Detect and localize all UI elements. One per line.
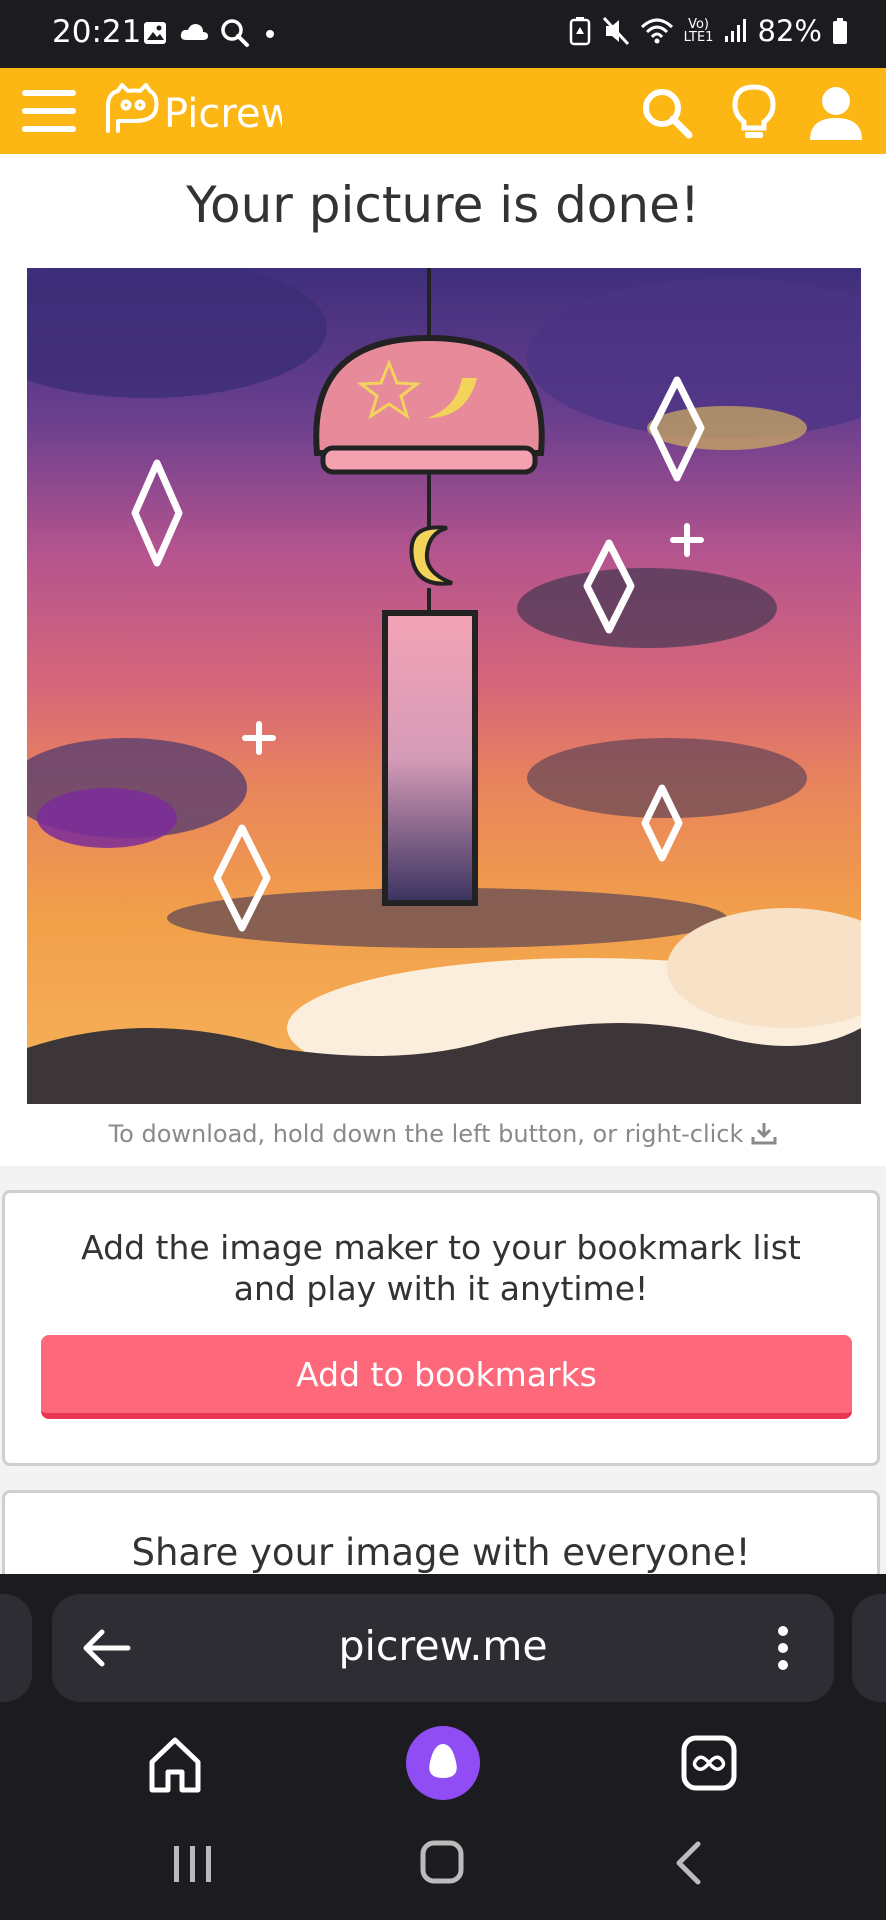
system-back-icon[interactable] bbox=[672, 1840, 704, 1886]
bookmark-text-line1: Add the image maker to your bookmark lis… bbox=[81, 1228, 801, 1267]
site-header: Picrew bbox=[0, 68, 886, 154]
bookmark-text-line2: and play with it anytime! bbox=[233, 1269, 649, 1308]
result-section: Your picture is done! To download, hold … bbox=[0, 154, 886, 1166]
battery-percent: 82% bbox=[757, 14, 822, 48]
page-content: Your picture is done! To download, hold … bbox=[0, 154, 886, 1574]
network-label: Vo) LTE1 bbox=[683, 17, 714, 45]
cloud-icon bbox=[180, 24, 208, 40]
next-tab-edge[interactable] bbox=[852, 1594, 886, 1702]
page-title: Your picture is done! bbox=[186, 176, 700, 234]
share-card: Share your image with everyone! bbox=[2, 1490, 880, 1574]
more-icon[interactable] bbox=[776, 1624, 790, 1672]
mute-icon bbox=[602, 16, 629, 46]
battery-icon bbox=[833, 18, 847, 44]
system-home-icon[interactable] bbox=[420, 1840, 464, 1884]
signal-icon bbox=[724, 19, 746, 42]
status-bar: 20:21 Vo) LTE1 82% bbox=[0, 0, 886, 68]
bookmark-card: Add the image maker to your bookmark lis… bbox=[2, 1190, 880, 1466]
status-time: 20:21 bbox=[52, 14, 142, 50]
logo-wordmark: Picrew bbox=[164, 91, 282, 137]
dot-icon bbox=[266, 30, 274, 38]
logo-cat-icon bbox=[106, 83, 159, 133]
battery-saver-icon bbox=[569, 17, 590, 46]
tabs-icon[interactable] bbox=[680, 1734, 738, 1792]
alice-assistant-button[interactable] bbox=[406, 1726, 480, 1800]
alice-assistant-icon bbox=[429, 1744, 457, 1778]
search-icon bbox=[221, 19, 249, 47]
address-bar[interactable]: picrew.me bbox=[52, 1594, 834, 1702]
home-icon[interactable] bbox=[144, 1734, 206, 1796]
lightbulb-icon[interactable] bbox=[731, 84, 777, 140]
share-title: Share your image with everyone! bbox=[131, 1531, 751, 1574]
add-to-bookmarks-button[interactable]: Add to bookmarks bbox=[41, 1335, 852, 1419]
bookmark-text: Add the image maker to your bookmark lis… bbox=[5, 1227, 877, 1309]
search-icon[interactable] bbox=[640, 86, 694, 140]
wifi-icon bbox=[640, 18, 673, 44]
download-hint: To download, hold down the left button, … bbox=[0, 1120, 886, 1148]
download-icon bbox=[751, 1123, 777, 1145]
recents-icon[interactable] bbox=[170, 1842, 216, 1886]
url-text[interactable]: picrew.me bbox=[52, 1622, 834, 1670]
download-hint-text: To download, hold down the left button, … bbox=[108, 1120, 744, 1148]
browser-bottom-bar: picrew.me bbox=[0, 1574, 886, 1920]
generated-picture[interactable] bbox=[27, 268, 861, 1104]
previous-tab-edge[interactable] bbox=[0, 1594, 32, 1702]
menu-icon[interactable] bbox=[22, 88, 76, 134]
user-icon[interactable] bbox=[808, 84, 864, 140]
gallery-icon bbox=[144, 22, 166, 44]
picrew-logo[interactable]: Picrew bbox=[104, 83, 282, 139]
